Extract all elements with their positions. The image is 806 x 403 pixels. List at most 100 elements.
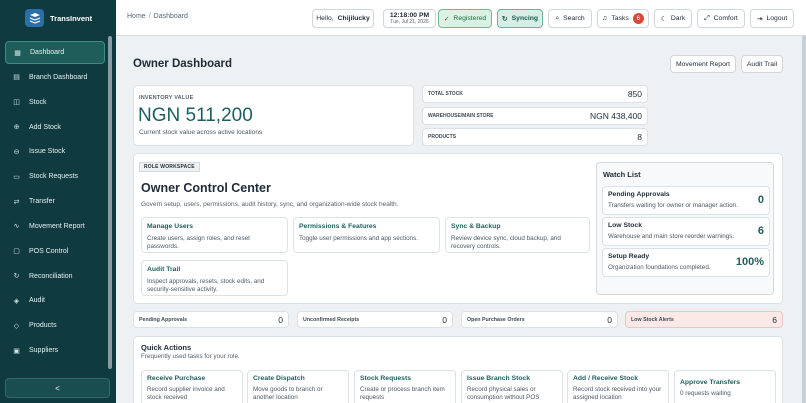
sync-status-button[interactable]: ↻ Syncing <box>497 9 543 28</box>
inventory-value-label: INVENTORY VALUE <box>139 95 194 101</box>
registered-badge[interactable]: ✓ Registered <box>438 9 492 28</box>
stat-unconfirmed-receipts[interactable]: Unconfirmed Receipts 0 <box>297 311 453 328</box>
sidebar-item-pos-control[interactable]: ▢ POS Control <box>5 240 105 263</box>
comfort-label: Comfort <box>713 15 738 22</box>
kpi-value: 8 <box>637 132 642 142</box>
sidebar-item-suppliers[interactable]: ▣ Suppliers <box>5 339 105 362</box>
watch-row-title: Pending Approvals <box>608 191 670 198</box>
kpi-label: PRODUCTS <box>428 134 457 140</box>
transfer-icon: ⇄ <box>13 198 20 206</box>
sidebar-item-products[interactable]: ◇ Products <box>5 314 105 337</box>
kpi-value: 850 <box>627 89 642 99</box>
feature-title: Sync & Backup <box>451 223 501 230</box>
quick-action-create-dispatch[interactable]: Create Dispatch Move goods to branch or … <box>247 370 349 403</box>
control-center-description: Govern setup, users, permissions, audit … <box>141 201 399 208</box>
stat-open-purchase-orders[interactable]: Open Purchase Orders 0 <box>461 311 618 328</box>
audit-trail-button[interactable]: Audit Trail <box>741 55 783 73</box>
search-button[interactable]: ⌕ Search <box>548 9 592 28</box>
sidebar-item-reconciliation[interactable]: ↻ Reconciliation <box>5 265 105 288</box>
audit-trail-card[interactable]: Audit Trail Inspect approvals, resets, s… <box>141 260 288 296</box>
manage-users-card[interactable]: Manage Users Create users, assign roles,… <box>141 217 288 253</box>
top-header: Home / Dashboard Hello, Chijilucky 12:18:0… <box>116 0 806 36</box>
feature-description: Toggle user permissions and app sections… <box>299 235 419 242</box>
kpi-value: NGN 438,400 <box>590 111 642 121</box>
sidebar-item-movement-report[interactable]: ∿ Movement Report <box>5 215 105 238</box>
clipboard-icon: ▭ <box>13 173 20 181</box>
quick-action-add-receive-stock[interactable]: Add / Receive Stock Record stock receive… <box>567 370 669 403</box>
comfort-density-button[interactable]: ⤢ Comfort <box>697 9 745 28</box>
stat-label: Open Purchase Orders <box>467 316 525 323</box>
sidebar-item-stock[interactable]: ◫ Stock <box>5 91 105 114</box>
stat-pending-approvals[interactable]: Pending Approvals 0 <box>133 311 289 328</box>
bell-icon: ♫ <box>602 15 608 22</box>
feature-description: Review device sync, cloud backup, and re… <box>451 235 561 251</box>
quick-action-description: Record stock received into your assigned… <box>573 386 662 402</box>
sidebar-item-branch-dashboard[interactable]: ▤ Branch Dashboard <box>5 66 105 89</box>
sidebar-item-transfer[interactable]: ⇄ Transfer <box>5 190 105 213</box>
stat-label: Low Stock Alerts <box>631 316 674 323</box>
brand[interactable]: TransInvent <box>0 0 116 36</box>
watch-row-description: Warehouse and main store reorder warning… <box>608 233 735 240</box>
sidebar-item-label: Reconciliation <box>29 272 73 280</box>
sidebar-item-audit[interactable]: ◈ Audit <box>5 289 105 312</box>
quick-action-description: Record supplier invoice and stock receiv… <box>147 386 225 402</box>
watch-row-setup-ready[interactable]: Setup Ready Organization foundations com… <box>602 248 770 277</box>
quick-action-description: Create or process branch item requests <box>360 386 445 402</box>
sidebar-item-stock-requests[interactable]: ▭ Stock Requests <box>5 165 105 188</box>
quick-action-issue-branch-stock[interactable]: Issue Branch Stock Record physical sales… <box>461 370 563 403</box>
sidebar-item-label: POS Control <box>29 247 69 255</box>
feature-description: Create users, assign roles, and reset pa… <box>147 235 250 251</box>
sidebar-item-add-stock[interactable]: ⊕ Add Stock <box>5 116 105 139</box>
quick-action-title: Add / Receive Stock <box>573 375 638 382</box>
sidebar-item-issue-stock[interactable]: ⊖ Issue Stock <box>5 140 105 163</box>
watch-row-title: Setup Ready <box>608 253 650 260</box>
sidebar-scrollbar[interactable] <box>108 36 112 369</box>
control-center-title: Owner Control Center <box>141 181 271 195</box>
quick-action-approve-transfers[interactable]: Approve Transfers 0 requests waiting <box>674 370 776 403</box>
quick-action-title: Approve Transfers <box>680 379 741 386</box>
dark-mode-button[interactable]: ☾ Dark <box>654 9 692 28</box>
search-icon: ⌕ <box>555 14 560 22</box>
box-icon: ◫ <box>13 99 20 107</box>
logout-button[interactable]: ⇥ Logout <box>750 9 794 28</box>
quick-action-stock-requests[interactable]: Stock Requests Create or process branch … <box>354 370 456 403</box>
sidebar-item-label: Dashboard <box>30 49 65 56</box>
breadcrumb-home[interactable]: Home <box>127 13 146 20</box>
app-name: TransInvent <box>50 13 93 23</box>
feature-title: Manage Users <box>147 223 194 230</box>
sync-backup-card[interactable]: Sync & Backup Review device sync, cloud … <box>445 217 590 253</box>
stat-low-stock-alerts[interactable]: Low Stock Alerts 6 <box>625 311 783 328</box>
tag-icon: ◇ <box>13 322 20 330</box>
sidebar-item-label: Stock <box>29 98 47 106</box>
quick-action-receive-purchase[interactable]: Receive Purchase Record supplier invoice… <box>141 370 243 403</box>
sidebar-item-dashboard[interactable]: ▦ Dashboard <box>5 41 105 64</box>
sidebar-item-label: Audit <box>29 297 45 305</box>
role-workspace-chip: ROLE WORKSPACE <box>139 162 200 172</box>
watch-row-pending-approvals[interactable]: Pending Approvals Transfers waiting for … <box>602 186 770 215</box>
tasks-button[interactable]: ♫ Tasks 6 <box>597 9 649 28</box>
watch-row-low-stock[interactable]: Low Stock Warehouse and main store reord… <box>602 217 770 246</box>
kpi-label: WAREHOUSE/MAIN STORE <box>428 113 494 119</box>
watch-row-value: 100% <box>735 256 764 268</box>
permissions-features-card[interactable]: Permissions & Features Toggle user permi… <box>293 217 440 253</box>
feature-description: Inspect approvals, resets, stock edits, … <box>147 278 265 294</box>
watch-row-value: 6 <box>757 225 764 237</box>
grid-icon: ▦ <box>14 49 21 57</box>
watch-list: Watch List Pending Approvals Transfers w… <box>596 162 774 295</box>
check-icon: ✓ <box>443 15 450 23</box>
quick-actions-title: Quick Actions <box>141 343 192 352</box>
dark-label: Dark <box>670 15 686 22</box>
main-scrollbar[interactable] <box>802 36 806 403</box>
collapse-sidebar-button[interactable]: < <box>5 378 110 398</box>
clock-time: 12:18:00 PM <box>389 12 430 19</box>
sidebar-item-label: Transfer <box>29 198 55 206</box>
kpi-label: TOTAL STOCK <box>428 91 463 97</box>
inventory-value-card: INVENTORY VALUE NGN 511,200 Current stoc… <box>133 85 414 146</box>
movement-report-button[interactable]: Movement Report <box>670 55 736 73</box>
breadcrumb-current: Dashboard <box>153 13 188 20</box>
sidebar-item-label: Stock Requests <box>29 173 79 181</box>
clock: 12:18:00 PM Tue, Jul 21, 2026 <box>383 9 436 28</box>
sidebar-nav: ▦ Dashboard ▤ Branch Dashboard ◫ Stock ⊕… <box>5 41 105 364</box>
monitor-icon: ▢ <box>13 248 20 256</box>
stat-label: Unconfirmed Receipts <box>303 316 360 323</box>
